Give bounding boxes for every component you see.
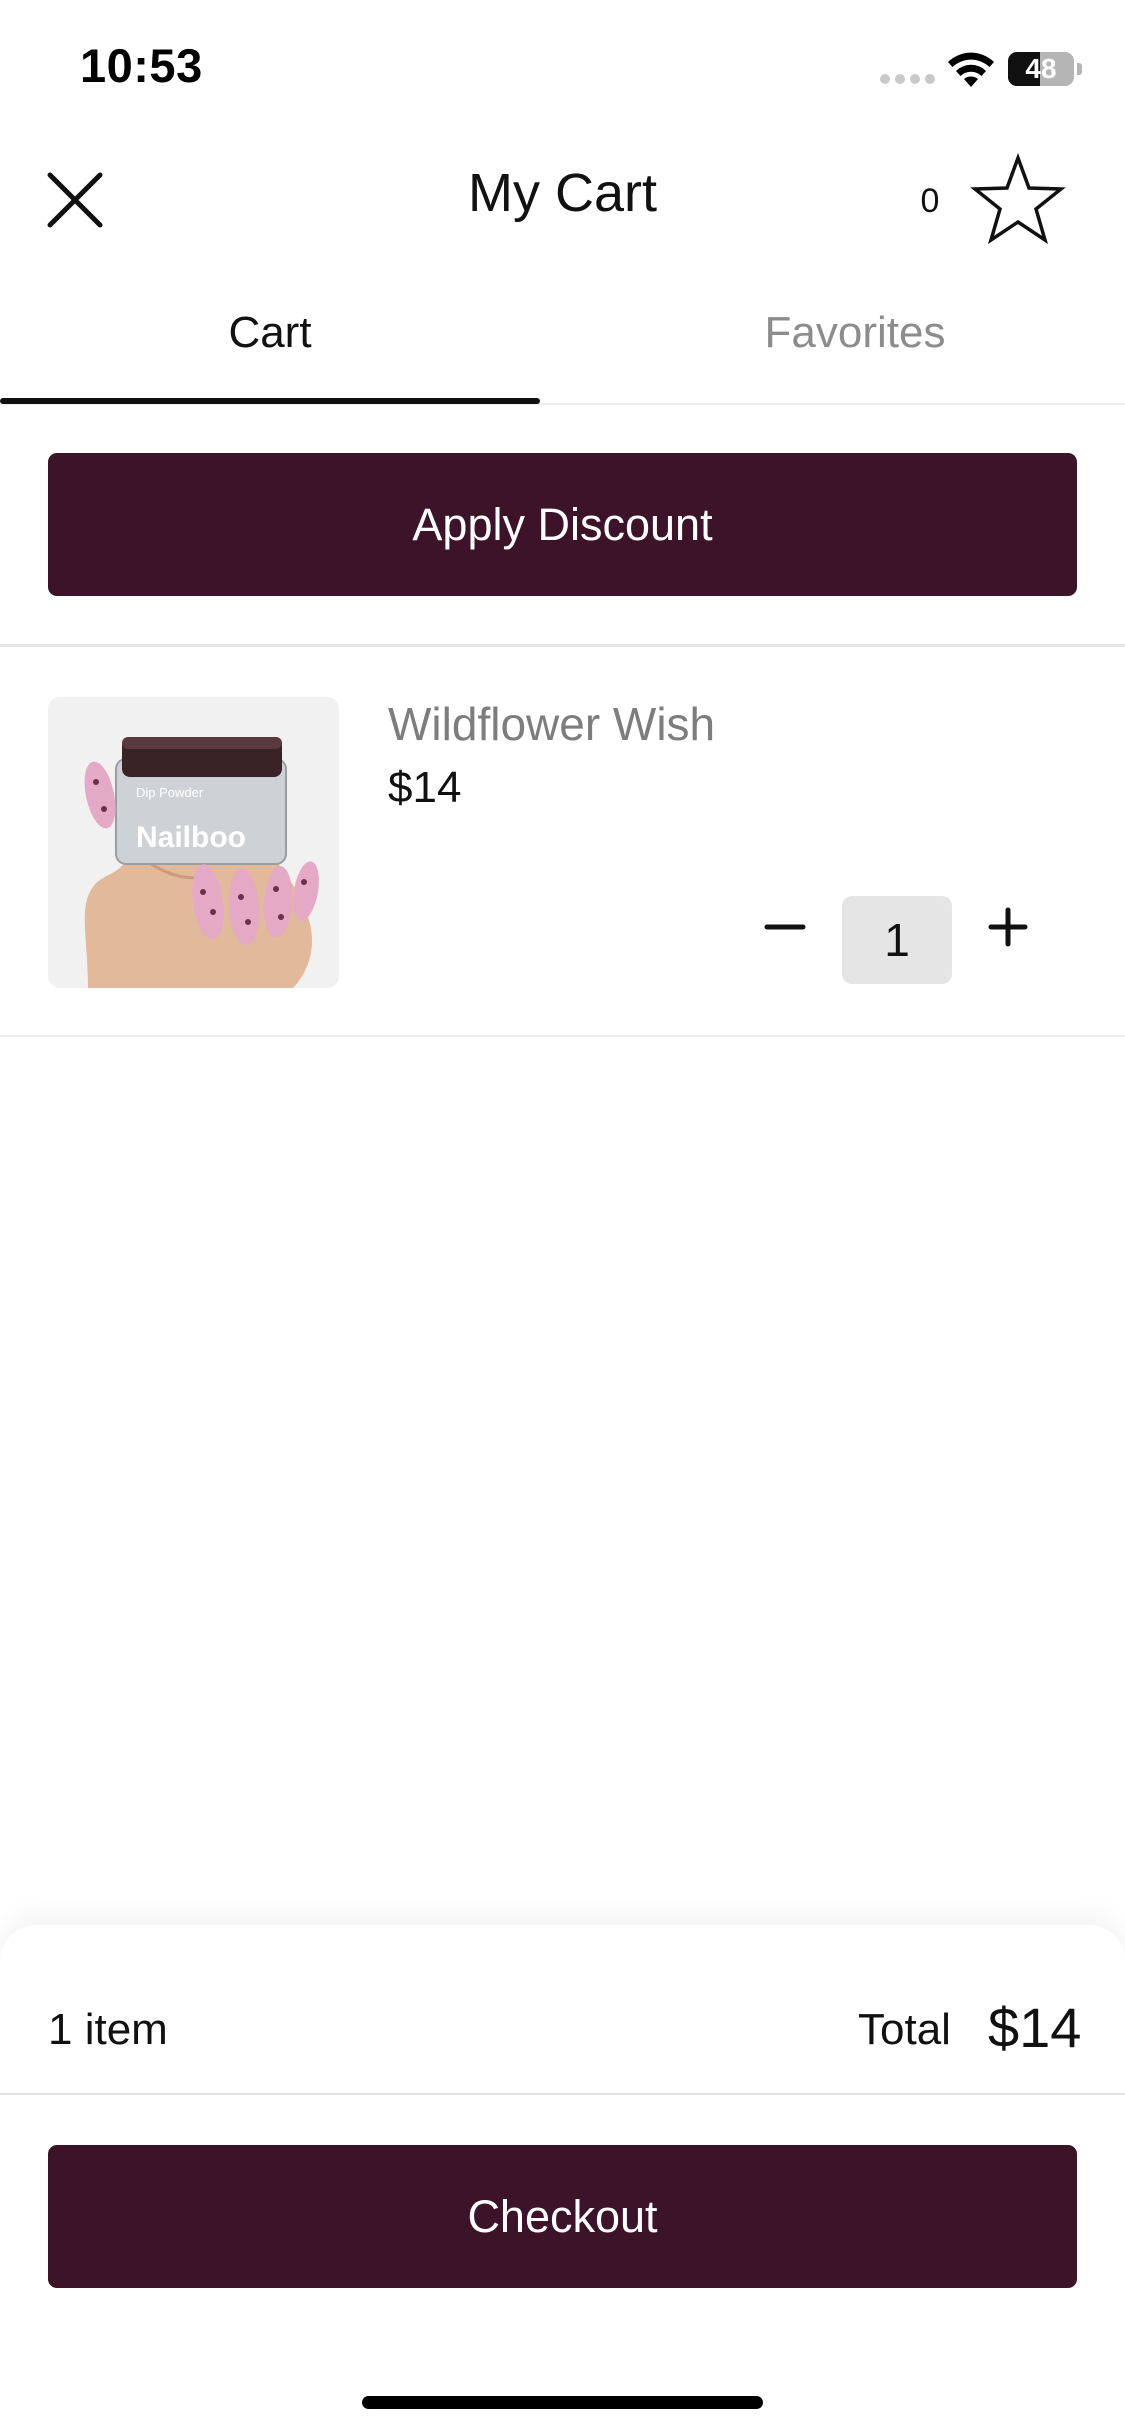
apply-discount-button[interactable]: Apply Discount	[48, 453, 1077, 596]
cart-item: Dip Powder Nailboo Wildflower Wish $14 1	[0, 647, 1125, 1037]
product-price: $14	[388, 763, 462, 812]
product-illustration: Dip Powder Nailboo	[48, 697, 339, 988]
item-count: 1 item	[48, 2005, 168, 2054]
battery-level: 48	[1025, 53, 1057, 84]
checkout-panel: 1 item Total $14 Checkout	[0, 1925, 1125, 2436]
quantity-value[interactable]: 1	[842, 896, 952, 984]
jar-brand-text: Nailboo	[136, 821, 246, 854]
divider	[0, 2093, 1125, 2095]
checkout-button[interactable]: Checkout	[48, 2145, 1077, 2288]
header: My Cart 0	[0, 140, 1125, 255]
cart-screen: 10:53 48 My Cart 0 Cart Favorites Apply …	[0, 0, 1125, 2436]
jar-product-text: Dip Powder	[136, 785, 204, 800]
battery-icon: 48	[1008, 52, 1082, 86]
product-image[interactable]: Dip Powder Nailboo	[48, 697, 339, 988]
tab-bar: Cart Favorites	[0, 280, 1125, 405]
total-value: $14	[988, 1996, 1082, 2059]
tab-favorites[interactable]: Favorites	[585, 280, 1125, 403]
active-tab-indicator	[0, 398, 540, 404]
tab-cart[interactable]: Cart	[0, 280, 540, 403]
status-time: 10:53	[80, 39, 203, 92]
star-icon[interactable]	[970, 152, 1066, 248]
signal-icon	[880, 74, 936, 84]
battery-body: 48	[1008, 52, 1074, 86]
product-name[interactable]: Wildflower Wish	[388, 697, 715, 751]
favorites-count: 0	[920, 182, 940, 220]
close-icon[interactable]	[40, 165, 110, 235]
total-label: Total	[858, 2005, 951, 2054]
home-indicator	[362, 2396, 763, 2409]
decrease-quantity-button[interactable]	[755, 897, 815, 957]
wifi-icon	[948, 52, 994, 87]
page-title: My Cart	[468, 163, 657, 223]
increase-quantity-button[interactable]	[978, 897, 1038, 957]
status-bar: 10:53 48	[0, 0, 1125, 140]
divider	[0, 1035, 1125, 1037]
battery-cap	[1077, 63, 1082, 75]
